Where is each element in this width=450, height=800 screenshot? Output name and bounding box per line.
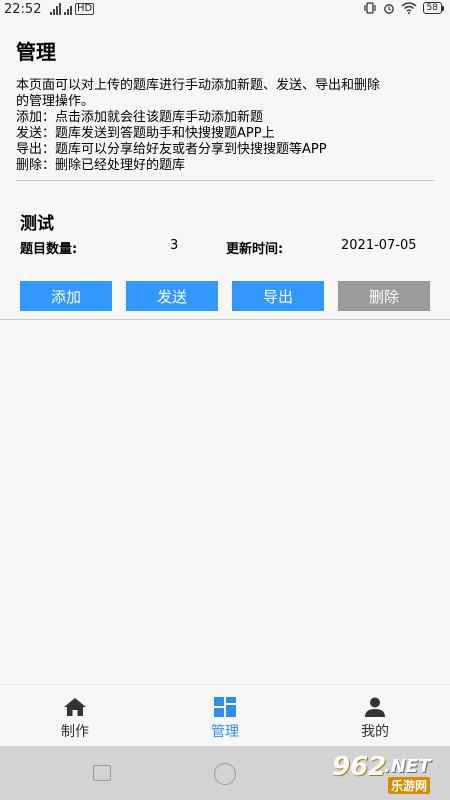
wifi-icon: [401, 2, 417, 14]
signal-icon-secondary: [64, 3, 72, 15]
person-icon: [362, 695, 388, 719]
page-description: 本页面可以对上传的题库进行手动添加新题、发送、导出和删除 的管理操作。 添加：点…: [16, 78, 436, 174]
section-divider: [16, 180, 435, 181]
system-nav-bar: 962 .NET 乐游网: [0, 746, 450, 800]
status-time: 22:52: [4, 2, 42, 17]
recent-apps-icon[interactable]: [93, 765, 111, 781]
description-line: 删除：删除已经处理好的题库: [16, 158, 186, 173]
description-line: 发送：题库发送到答题助手和快搜搜题APP上: [16, 126, 275, 141]
grid-icon: [212, 695, 238, 719]
watermark-suffix: .NET: [384, 756, 431, 777]
question-count-value: 3: [170, 238, 179, 253]
delete-button[interactable]: 删除: [338, 281, 430, 311]
home-icon: [62, 695, 88, 719]
watermark-site-name: 乐游网: [388, 777, 431, 794]
add-button[interactable]: 添加: [20, 281, 112, 311]
bottom-nav: 制作 管理 我的: [0, 684, 450, 746]
battery-level: 58: [422, 2, 442, 14]
question-count-label: 题目数量:: [20, 242, 78, 257]
nav-label-mine: 我的: [361, 724, 389, 740]
battery-icon: 58: [422, 2, 444, 14]
watermark-logo: 962 .NET 乐游网: [316, 752, 446, 796]
export-button[interactable]: 导出: [232, 281, 324, 311]
hd-icon: HD: [75, 3, 95, 15]
page-title: 管理: [16, 40, 56, 64]
nav-label-manage: 管理: [211, 724, 239, 740]
watermark-number: 962: [332, 752, 387, 782]
status-right-icons: 58: [363, 2, 444, 14]
nav-item-manage[interactable]: 管理: [150, 685, 300, 746]
nav-label-make: 制作: [61, 724, 89, 740]
status-left-icons: HD: [50, 3, 95, 15]
description-line: 导出：题库可以分享给好友或者分享到快搜搜题等APP: [16, 142, 327, 157]
send-button[interactable]: 发送: [126, 281, 218, 311]
signal-icon: [50, 3, 61, 15]
updated-time-label: 更新时间:: [226, 242, 284, 257]
card-divider: [0, 319, 450, 320]
description-line: 本页面可以对上传的题库进行手动添加新题、发送、导出和删除: [16, 78, 381, 93]
status-bar: 22:52 HD 58: [0, 0, 450, 20]
nav-item-make[interactable]: 制作: [0, 685, 150, 746]
description-line: 添加：点击添加就会往该题库手动添加新题: [16, 110, 264, 125]
updated-time-value: 2021-07-05: [341, 238, 417, 253]
vibrate-icon: [363, 2, 376, 14]
description-line: 的管理操作。: [16, 94, 95, 109]
alarm-icon: [383, 4, 394, 14]
home-button-icon[interactable]: [214, 763, 236, 785]
nav-item-mine[interactable]: 我的: [300, 685, 450, 746]
question-bank-title: 测试: [20, 214, 54, 234]
